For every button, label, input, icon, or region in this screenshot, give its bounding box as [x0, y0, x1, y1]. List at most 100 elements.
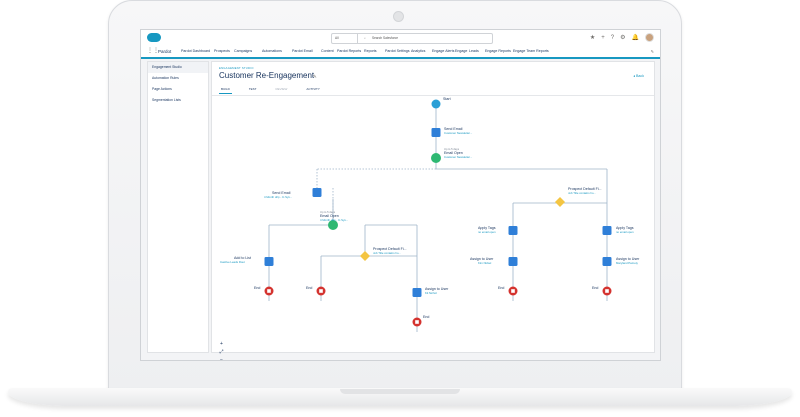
flow-canvas[interactable]: Start Send Email Customer Newsletter... …: [212, 96, 654, 360]
nav-item-campaigns[interactable]: Campaigns: [234, 46, 252, 57]
rule-mid-sub: Job Title contains ho...: [373, 251, 401, 255]
email-icon: [431, 128, 441, 137]
assign-user-node-1[interactable]: Assign to User Kit Nichol: [412, 287, 450, 297]
add-to-list-sub: Inactive Leads Rout: [220, 260, 245, 264]
rule-icon: [555, 197, 565, 207]
flow-nodes: Start Send Email Customer Newsletter... …: [220, 97, 641, 327]
send-email-2-sub: 4 Month drip - In Sys...: [264, 195, 292, 199]
assign-user-1-sub: Kit Nichol: [425, 291, 437, 295]
user-avatar[interactable]: [645, 33, 654, 42]
end-label: End: [498, 286, 504, 290]
nav-item-engage-team-reports[interactable]: Engage Team Reports: [513, 46, 549, 57]
apply-tags-2-sub: no email open: [616, 230, 634, 234]
end-label: End: [254, 286, 260, 290]
nav-item-analytics[interactable]: Analytics: [411, 46, 425, 57]
end-label: End: [592, 286, 598, 290]
tab-build[interactable]: BUILD: [219, 86, 232, 94]
nav-item-automations[interactable]: Automations: [262, 46, 282, 59]
zoom-in-icon[interactable]: +: [218, 340, 225, 348]
back-link[interactable]: ◂ Back: [633, 74, 644, 78]
tab-test[interactable]: TEST: [247, 86, 259, 93]
sidebar-item-segmentation-lists[interactable]: Segmentation Lists: [148, 95, 208, 106]
nav-item-engage-reports[interactable]: Engage Reports: [485, 46, 511, 57]
email-open-2-sub: 4 Month drip - In Sys...: [320, 218, 348, 222]
zoom-controls: + ⤢ −: [218, 340, 225, 360]
email-open-trigger-1[interactable]: Up to 5 days Email Open Customer Newslet…: [431, 147, 473, 163]
edit-title-pencil-icon[interactable]: ✎: [313, 74, 317, 80]
global-search[interactable]: All ⌕ Search Salesforce: [331, 33, 493, 44]
trigger-icon: [431, 153, 441, 163]
send-email-node-2[interactable]: Send Email 4 Month drip - In Sys...: [264, 188, 322, 199]
tag-icon: [508, 226, 518, 235]
rule-right-sub: Job Title contains ho...: [568, 191, 596, 195]
nav-item-prospects[interactable]: Prospects: [214, 46, 230, 57]
app-nav-bar: ⋮⋮ Pardot Pardot Dashboard Prospects Campa…: [141, 46, 660, 59]
edit-nav-pencil-icon[interactable]: ✎: [651, 46, 654, 57]
program-tabs: BUILD TEST REVIEW ACTIVITY: [219, 86, 322, 94]
salesforce-logo: [147, 33, 161, 42]
app-screen: All ⌕ Search Salesforce ★ + ? ⚙ 🔔 ⋮⋮ Par…: [140, 29, 661, 361]
laptop-notch: [340, 389, 460, 394]
nav-item-pardot-dashboard[interactable]: Pardot Dashboard: [181, 46, 210, 57]
add-to-list-node[interactable]: Add to List Inactive Leads Rout: [220, 256, 274, 266]
zoom-out-icon[interactable]: −: [218, 356, 225, 360]
apply-tags-1-sub: no email open: [478, 230, 496, 234]
sidebar-item-engagement-studio[interactable]: Engagement Studio: [148, 62, 208, 73]
assign-user-node-2[interactable]: Assign to User Kim Nickel: [470, 257, 518, 266]
end-node-1[interactable]: End: [254, 286, 274, 296]
email-open-1-sub: Customer Newsletter...: [444, 155, 473, 159]
tab-review[interactable]: REVIEW: [274, 86, 290, 93]
end-node-5[interactable]: End: [412, 315, 430, 327]
search-scope-select[interactable]: All: [332, 34, 358, 43]
add-icon[interactable]: +: [601, 33, 605, 43]
nav-item-pardot-email[interactable]: Pardot Email: [292, 46, 313, 57]
end-node-4[interactable]: End: [592, 286, 612, 296]
apply-tags-node-1[interactable]: Apply Tags no email open: [478, 226, 518, 235]
help-icon[interactable]: ?: [611, 33, 614, 43]
engagement-program-panel: ENGAGEMENT STUDIO Customer Re-Engagement…: [211, 61, 655, 360]
assign-user-node-3[interactable]: Assign to User Maryland Parnety: [602, 257, 641, 266]
rule-node-mid[interactable]: Prospect Default Fi... Job Title contain…: [360, 247, 407, 261]
back-link-label: Back: [636, 74, 644, 78]
nav-item-engage[interactable]: Engage: [455, 46, 467, 57]
favorites-icon[interactable]: ★: [590, 33, 595, 43]
assign-user-3-sub: Maryland Parnety: [616, 261, 639, 265]
send-email-1-sub: Customer Newsletter...: [444, 131, 473, 135]
end-label: End: [306, 286, 312, 290]
list-icon: [264, 257, 274, 266]
sidebar-item-page-actions[interactable]: Page Actions: [148, 84, 208, 95]
automation-sidebar: Engagement Studio Automation Rules Page Ac…: [147, 61, 209, 353]
header-icons: ★ + ? ⚙ 🔔: [590, 33, 654, 43]
user-icon: [412, 288, 422, 297]
tag-icon: [602, 226, 612, 235]
search-input[interactable]: Search Salesforce: [372, 34, 398, 43]
send-email-node-1[interactable]: Send Email Customer Newsletter...: [431, 127, 473, 137]
email-open-trigger-2[interactable]: Up to 5 days Email Open 4 Month drip - I…: [320, 210, 348, 230]
nav-item-reports[interactable]: Reports: [364, 46, 377, 57]
nav-item-engage-alerts[interactable]: Engage Alerts: [432, 46, 454, 57]
nav-item-pardot-settings[interactable]: Pardot Settings: [385, 46, 410, 57]
drop-icon: [431, 99, 441, 109]
email-icon: [312, 188, 322, 197]
start-node[interactable]: Start: [431, 97, 451, 109]
end-node-2[interactable]: End: [306, 286, 326, 296]
nav-item-pardot-reports[interactable]: Pardot Reports: [337, 46, 361, 57]
user-icon: [508, 257, 518, 266]
setup-gear-icon[interactable]: ⚙: [620, 33, 625, 43]
global-header: All ⌕ Search Salesforce ★ + ? ⚙ 🔔: [141, 30, 660, 47]
app-name: Pardot: [158, 49, 172, 54]
end-label: End: [423, 315, 429, 319]
end-node-3[interactable]: End: [498, 286, 518, 296]
sidebar-item-automation-rules[interactable]: Automation Rules: [148, 73, 208, 84]
fit-to-screen-icon[interactable]: ⤢: [218, 348, 225, 356]
nav-item-content[interactable]: Content: [321, 46, 334, 57]
nav-item-leads[interactable]: Leads: [469, 46, 479, 57]
user-icon: [602, 257, 612, 266]
notifications-bell-icon[interactable]: 🔔: [632, 33, 639, 43]
apply-tags-node-2[interactable]: Apply Tags no email open: [602, 226, 635, 235]
rule-icon: [360, 251, 370, 261]
rule-node-right[interactable]: Prospect Default Fi... Job Title contain…: [555, 187, 602, 207]
start-label: Start: [443, 97, 451, 101]
page-title: Customer Re-Engagement: [219, 71, 315, 80]
tab-activity[interactable]: ACTIVITY: [304, 86, 322, 93]
